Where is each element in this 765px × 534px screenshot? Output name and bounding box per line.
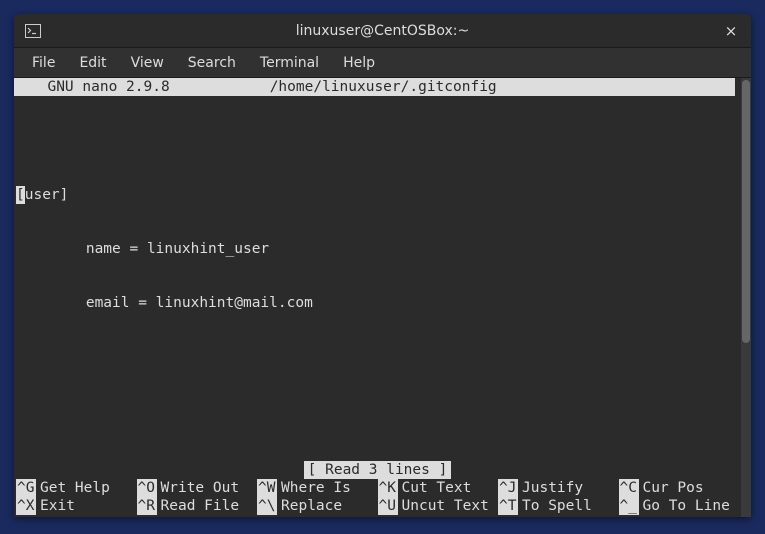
shortcut-where-is: ^WWhere Is xyxy=(257,479,378,497)
cursor: [ xyxy=(16,186,25,204)
nano-shortcuts: ^GGet Help ^OWrite Out ^WWhere Is ^KCut … xyxy=(14,479,741,517)
shortcut-cur-pos: ^CCur Pos xyxy=(619,479,740,497)
menu-search[interactable]: Search xyxy=(178,51,246,75)
nano-status-text: [ Read 3 lines ] xyxy=(304,461,452,479)
nano-header: GNU nano 2.9.8 /home/linuxuser/.gitconfi… xyxy=(14,78,735,96)
nano-status: [ Read 3 lines ] xyxy=(14,461,741,479)
menu-file[interactable]: File xyxy=(22,51,65,75)
terminal-area[interactable]: GNU nano 2.9.8 /home/linuxuser/.gitconfi… xyxy=(14,78,751,517)
close-icon[interactable]: × xyxy=(721,21,741,41)
shortcut-get-help: ^GGet Help xyxy=(16,479,137,497)
editor-text: user] xyxy=(25,187,69,203)
shortcut-uncut-text: ^UUncut Text xyxy=(378,497,499,515)
editor-line-3: email = linuxhint@mail.com xyxy=(16,294,739,312)
editor-line-2: name = linuxhint_user xyxy=(16,240,739,258)
shortcut-write-out: ^OWrite Out xyxy=(137,479,258,497)
shortcut-justify: ^JJustify xyxy=(498,479,619,497)
nano-version: GNU nano 2.9.8 xyxy=(20,78,170,96)
window-title: linuxuser@CentOSBox:~ xyxy=(14,23,751,39)
nano-filepath: /home/linuxuser/.gitconfig xyxy=(170,78,729,96)
scrollbar-thumb[interactable] xyxy=(742,80,750,343)
scrollbar[interactable] xyxy=(741,78,751,517)
shortcut-exit: ^XExit xyxy=(16,497,137,515)
menubar: File Edit View Search Terminal Help xyxy=(14,48,751,78)
shortcut-to-spell: ^TTo Spell xyxy=(498,497,619,515)
terminal-window: linuxuser@CentOSBox:~ × File Edit View S… xyxy=(14,14,751,517)
menu-view[interactable]: View xyxy=(121,51,174,75)
editor-line-1: [user] xyxy=(16,186,739,204)
shortcut-go-to-line: ^_Go To Line xyxy=(619,497,740,515)
shortcut-replace: ^\Replace xyxy=(257,497,378,515)
shortcut-cut-text: ^KCut Text xyxy=(378,479,499,497)
shortcut-read-file: ^RRead File xyxy=(137,497,258,515)
terminal-icon xyxy=(24,22,42,40)
menu-edit[interactable]: Edit xyxy=(69,51,116,75)
titlebar[interactable]: linuxuser@CentOSBox:~ × xyxy=(14,14,751,48)
editor-body[interactable]: [user] name = linuxhint_user email = lin… xyxy=(14,96,741,348)
menu-help[interactable]: Help xyxy=(333,51,385,75)
menu-terminal[interactable]: Terminal xyxy=(250,51,329,75)
editor-blank-line xyxy=(16,132,739,150)
